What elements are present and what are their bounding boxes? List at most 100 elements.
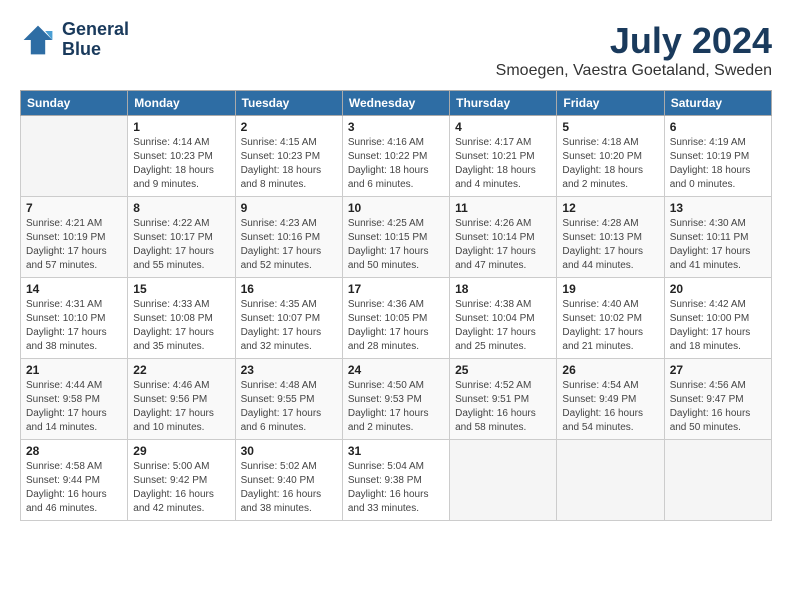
day-number: 18 xyxy=(455,282,551,296)
calendar-table: SundayMondayTuesdayWednesdayThursdayFrid… xyxy=(20,90,772,521)
day-number: 2 xyxy=(241,120,337,134)
calendar-cell: 3 Sunrise: 4:16 AM Sunset: 10:22 PM Dayli… xyxy=(342,116,449,197)
calendar-cell: 24 Sunrise: 4:50 AM Sunset: 9:53 PM Dayli… xyxy=(342,359,449,440)
day-number: 19 xyxy=(562,282,658,296)
day-info: Sunrise: 5:04 AM Sunset: 9:38 PM Dayligh… xyxy=(348,460,444,516)
day-info: Sunrise: 4:28 AM Sunset: 10:13 PM Daylig… xyxy=(562,217,658,273)
calendar-cell: 26 Sunrise: 4:54 AM Sunset: 9:49 PM Dayli… xyxy=(557,359,664,440)
day-info: Sunrise: 4:46 AM Sunset: 9:56 PM Dayligh… xyxy=(133,379,229,435)
week-row-3: 14Sunrise: 4:31 AM Sunset: 10:10 PM Dayl… xyxy=(21,278,772,359)
logo: General Blue xyxy=(20,20,129,60)
calendar-cell: 22 Sunrise: 4:46 AM Sunset: 9:56 PM Dayli… xyxy=(128,359,235,440)
day-header-sunday: Sunday xyxy=(21,91,128,116)
day-number: 12 xyxy=(562,201,658,215)
day-header-monday: Monday xyxy=(128,91,235,116)
week-row-5: 28 Sunrise: 4:58 AM Sunset: 9:44 PM Dayli… xyxy=(21,440,772,521)
day-info: Sunrise: 4:25 AM Sunset: 10:15 PM Daylig… xyxy=(348,217,444,273)
week-row-2: 7 Sunrise: 4:21 AM Sunset: 10:19 PM Dayli… xyxy=(21,197,772,278)
calendar-cell: 5 Sunrise: 4:18 AM Sunset: 10:20 PM Dayli… xyxy=(557,116,664,197)
day-info: Sunrise: 4:17 AM Sunset: 10:21 PM Daylig… xyxy=(455,136,551,192)
day-number: 9 xyxy=(241,201,337,215)
calendar-cell: 8Sunrise: 4:22 AM Sunset: 10:17 PM Dayli… xyxy=(128,197,235,278)
day-info: Sunrise: 4:15 AM Sunset: 10:23 PM Daylig… xyxy=(241,136,337,192)
logo-icon xyxy=(20,22,56,58)
day-number: 16 xyxy=(241,282,337,296)
day-headers-row: SundayMondayTuesdayWednesdayThursdayFrid… xyxy=(21,91,772,116)
calendar-cell: 11Sunrise: 4:26 AM Sunset: 10:14 PM Dayl… xyxy=(450,197,557,278)
calendar-cell: 16 Sunrise: 4:35 AM Sunset: 10:07 PM Dayl… xyxy=(235,278,342,359)
day-header-thursday: Thursday xyxy=(450,91,557,116)
day-number: 25 xyxy=(455,363,551,377)
calendar-cell: 29 Sunrise: 5:00 AM Sunset: 9:42 PM Dayli… xyxy=(128,440,235,521)
day-info: Sunrise: 4:50 AM Sunset: 9:53 PM Dayligh… xyxy=(348,379,444,435)
calendar-cell: 6 Sunrise: 4:19 AM Sunset: 10:19 PM Dayli… xyxy=(664,116,771,197)
day-info: Sunrise: 4:42 AM Sunset: 10:00 PM Daylig… xyxy=(670,298,766,354)
calendar-cell: 25 Sunrise: 4:52 AM Sunset: 9:51 PM Dayli… xyxy=(450,359,557,440)
calendar-cell: 10Sunrise: 4:25 AM Sunset: 10:15 PM Dayl… xyxy=(342,197,449,278)
day-info: Sunrise: 4:19 AM Sunset: 10:19 PM Daylig… xyxy=(670,136,766,192)
page-header: General Blue July 2024 Smoegen, Vaestra … xyxy=(20,20,772,80)
day-number: 20 xyxy=(670,282,766,296)
location-subtitle: Smoegen, Vaestra Goetaland, Sweden xyxy=(496,62,772,80)
calendar-cell: 7 Sunrise: 4:21 AM Sunset: 10:19 PM Dayli… xyxy=(21,197,128,278)
day-info: Sunrise: 4:23 AM Sunset: 10:16 PM Daylig… xyxy=(241,217,337,273)
day-number: 31 xyxy=(348,444,444,458)
calendar-cell xyxy=(21,116,128,197)
day-info: Sunrise: 4:16 AM Sunset: 10:22 PM Daylig… xyxy=(348,136,444,192)
day-info: Sunrise: 4:36 AM Sunset: 10:05 PM Daylig… xyxy=(348,298,444,354)
calendar-cell xyxy=(664,440,771,521)
calendar-cell: 23Sunrise: 4:48 AM Sunset: 9:55 PM Dayli… xyxy=(235,359,342,440)
calendar-cell: 14Sunrise: 4:31 AM Sunset: 10:10 PM Dayl… xyxy=(21,278,128,359)
week-row-1: 1 Sunrise: 4:14 AM Sunset: 10:23 PM Dayli… xyxy=(21,116,772,197)
day-info: Sunrise: 5:02 AM Sunset: 9:40 PM Dayligh… xyxy=(241,460,337,516)
day-info: Sunrise: 4:35 AM Sunset: 10:07 PM Daylig… xyxy=(241,298,337,354)
calendar-cell xyxy=(450,440,557,521)
day-number: 13 xyxy=(670,201,766,215)
day-number: 14 xyxy=(26,282,122,296)
day-number: 1 xyxy=(133,120,229,134)
day-info: Sunrise: 4:40 AM Sunset: 10:02 PM Daylig… xyxy=(562,298,658,354)
day-number: 22 xyxy=(133,363,229,377)
day-header-tuesday: Tuesday xyxy=(235,91,342,116)
calendar-cell: 20 Sunrise: 4:42 AM Sunset: 10:00 PM Dayl… xyxy=(664,278,771,359)
day-info: Sunrise: 4:58 AM Sunset: 9:44 PM Dayligh… xyxy=(26,460,122,516)
logo-text: General Blue xyxy=(62,20,129,60)
day-info: Sunrise: 4:14 AM Sunset: 10:23 PM Daylig… xyxy=(133,136,229,192)
calendar-cell: 30 Sunrise: 5:02 AM Sunset: 9:40 PM Dayli… xyxy=(235,440,342,521)
day-number: 30 xyxy=(241,444,337,458)
day-number: 21 xyxy=(26,363,122,377)
calendar-cell: 27 Sunrise: 4:56 AM Sunset: 9:47 PM Dayli… xyxy=(664,359,771,440)
day-number: 15 xyxy=(133,282,229,296)
day-number: 27 xyxy=(670,363,766,377)
day-number: 4 xyxy=(455,120,551,134)
day-number: 29 xyxy=(133,444,229,458)
day-number: 3 xyxy=(348,120,444,134)
day-info: Sunrise: 4:18 AM Sunset: 10:20 PM Daylig… xyxy=(562,136,658,192)
day-info: Sunrise: 4:52 AM Sunset: 9:51 PM Dayligh… xyxy=(455,379,551,435)
day-header-saturday: Saturday xyxy=(664,91,771,116)
day-info: Sunrise: 4:22 AM Sunset: 10:17 PM Daylig… xyxy=(133,217,229,273)
day-info: Sunrise: 4:26 AM Sunset: 10:14 PM Daylig… xyxy=(455,217,551,273)
day-number: 7 xyxy=(26,201,122,215)
day-header-friday: Friday xyxy=(557,91,664,116)
calendar-cell: 19 Sunrise: 4:40 AM Sunset: 10:02 PM Dayl… xyxy=(557,278,664,359)
calendar-cell: 17 Sunrise: 4:36 AM Sunset: 10:05 PM Dayl… xyxy=(342,278,449,359)
day-number: 24 xyxy=(348,363,444,377)
day-number: 17 xyxy=(348,282,444,296)
day-info: Sunrise: 4:56 AM Sunset: 9:47 PM Dayligh… xyxy=(670,379,766,435)
calendar-cell xyxy=(557,440,664,521)
day-info: Sunrise: 4:54 AM Sunset: 9:49 PM Dayligh… xyxy=(562,379,658,435)
day-number: 6 xyxy=(670,120,766,134)
month-title: July 2024 xyxy=(496,20,772,62)
day-number: 26 xyxy=(562,363,658,377)
calendar-cell: 13 Sunrise: 4:30 AM Sunset: 10:11 PM Dayl… xyxy=(664,197,771,278)
day-info: Sunrise: 4:21 AM Sunset: 10:19 PM Daylig… xyxy=(26,217,122,273)
week-row-4: 21Sunrise: 4:44 AM Sunset: 9:58 PM Dayli… xyxy=(21,359,772,440)
day-info: Sunrise: 4:30 AM Sunset: 10:11 PM Daylig… xyxy=(670,217,766,273)
day-info: Sunrise: 5:00 AM Sunset: 9:42 PM Dayligh… xyxy=(133,460,229,516)
calendar-cell: 12 Sunrise: 4:28 AM Sunset: 10:13 PM Dayl… xyxy=(557,197,664,278)
day-info: Sunrise: 4:33 AM Sunset: 10:08 PM Daylig… xyxy=(133,298,229,354)
day-number: 5 xyxy=(562,120,658,134)
day-number: 28 xyxy=(26,444,122,458)
title-block: July 2024 Smoegen, Vaestra Goetaland, Sw… xyxy=(496,20,772,80)
